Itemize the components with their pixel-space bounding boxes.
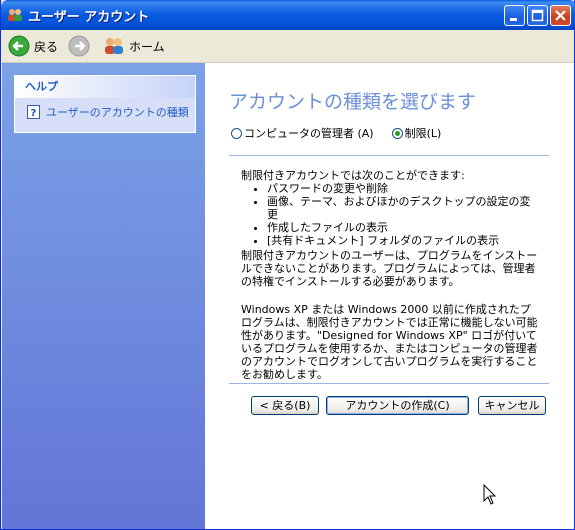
main-content: アカウントの種類を選びます コンピュータの管理者 (A) 制限(L) 制限付きア… [205,63,574,529]
back-arrow-icon [8,35,30,57]
cancel-button[interactable]: キャンセル [478,396,546,415]
help-link-label: ユーザーのアカウントの種類 [46,106,189,119]
maximize-button[interactable] [527,5,548,26]
compatibility-note: Windows XP または Windows 2000 以前に作成されたプログラ… [241,303,538,381]
user-accounts-window: ユーザー アカウント 戻る ホーム ヘルプ ? ユーザーのアカウントの種類 アカ… [0,0,575,530]
capability-item: パスワードの変更や削除 [267,182,541,195]
account-type-options: コンピュータの管理者 (A) 制限(L) [231,125,441,141]
svg-text:?: ? [31,108,37,119]
title-bar[interactable]: ユーザー アカウント [1,0,575,30]
radio-limited-label: 制限(L) [404,127,442,140]
capability-item: [共有ドキュメント] フォルダのファイルの表示 [267,234,541,247]
install-note: 制限付きアカウントのユーザーは、プログラムをインストールできないことがあります。… [241,249,538,288]
capabilities-list: パスワードの変更や削除 画像、テーマ、およびほかのデスクトップの設定の変更 作成… [241,182,541,247]
radio-limited-button[interactable] [391,127,403,139]
capabilities-intro: 制限付きアカウントでは次のことができます: [241,169,465,182]
window-title: ユーザー アカウント [28,10,150,25]
mouse-cursor-icon [483,484,497,505]
help-link-account-types[interactable]: ? ユーザーのアカウントの種類 [27,104,189,120]
divider-top [229,155,549,156]
minimize-button[interactable] [504,5,525,26]
close-icon [555,10,566,21]
toolbar: 戻る ホーム [2,30,574,63]
radio-limited[interactable]: 制限(L) [391,125,442,141]
capability-item: 作成したファイルの表示 [267,221,541,234]
back-nav-button[interactable]: 戻る [8,35,58,57]
radio-admin[interactable]: コンピュータの管理者 (A) [231,125,374,141]
page-title: アカウントの種類を選びます [229,91,477,113]
back-button[interactable]: < 戻る(B) [251,396,319,415]
back-nav-label: 戻る [34,39,59,54]
help-title: ヘルプ [15,76,195,98]
help-box: ヘルプ ? ユーザーのアカウントの種類 [14,75,196,133]
help-icon: ? [27,105,40,119]
capabilities-block: 制限付きアカウントでは次のことができます: パスワードの変更や削除 画像、テーマ… [241,169,541,247]
radio-admin-label: コンピュータの管理者 (A) [244,127,374,140]
capability-item: 画像、テーマ、およびほかのデスクトップの設定の変更 [267,195,541,221]
radio-admin-button[interactable] [231,127,242,139]
minimize-icon [510,18,517,21]
divider-bottom [229,383,549,384]
users-home-icon [105,38,123,54]
home-nav-label: ホーム [129,39,165,54]
home-nav-button[interactable]: ホーム [103,35,165,57]
task-pane: ヘルプ ? ユーザーのアカウントの種類 [2,63,205,529]
create-account-button[interactable]: アカウントの作成(C) [326,396,469,415]
forward-arrow-icon [68,35,90,57]
maximize-icon [531,9,544,22]
close-button[interactable] [550,5,571,26]
users-icon [8,9,22,21]
forward-nav-button[interactable] [68,35,90,57]
